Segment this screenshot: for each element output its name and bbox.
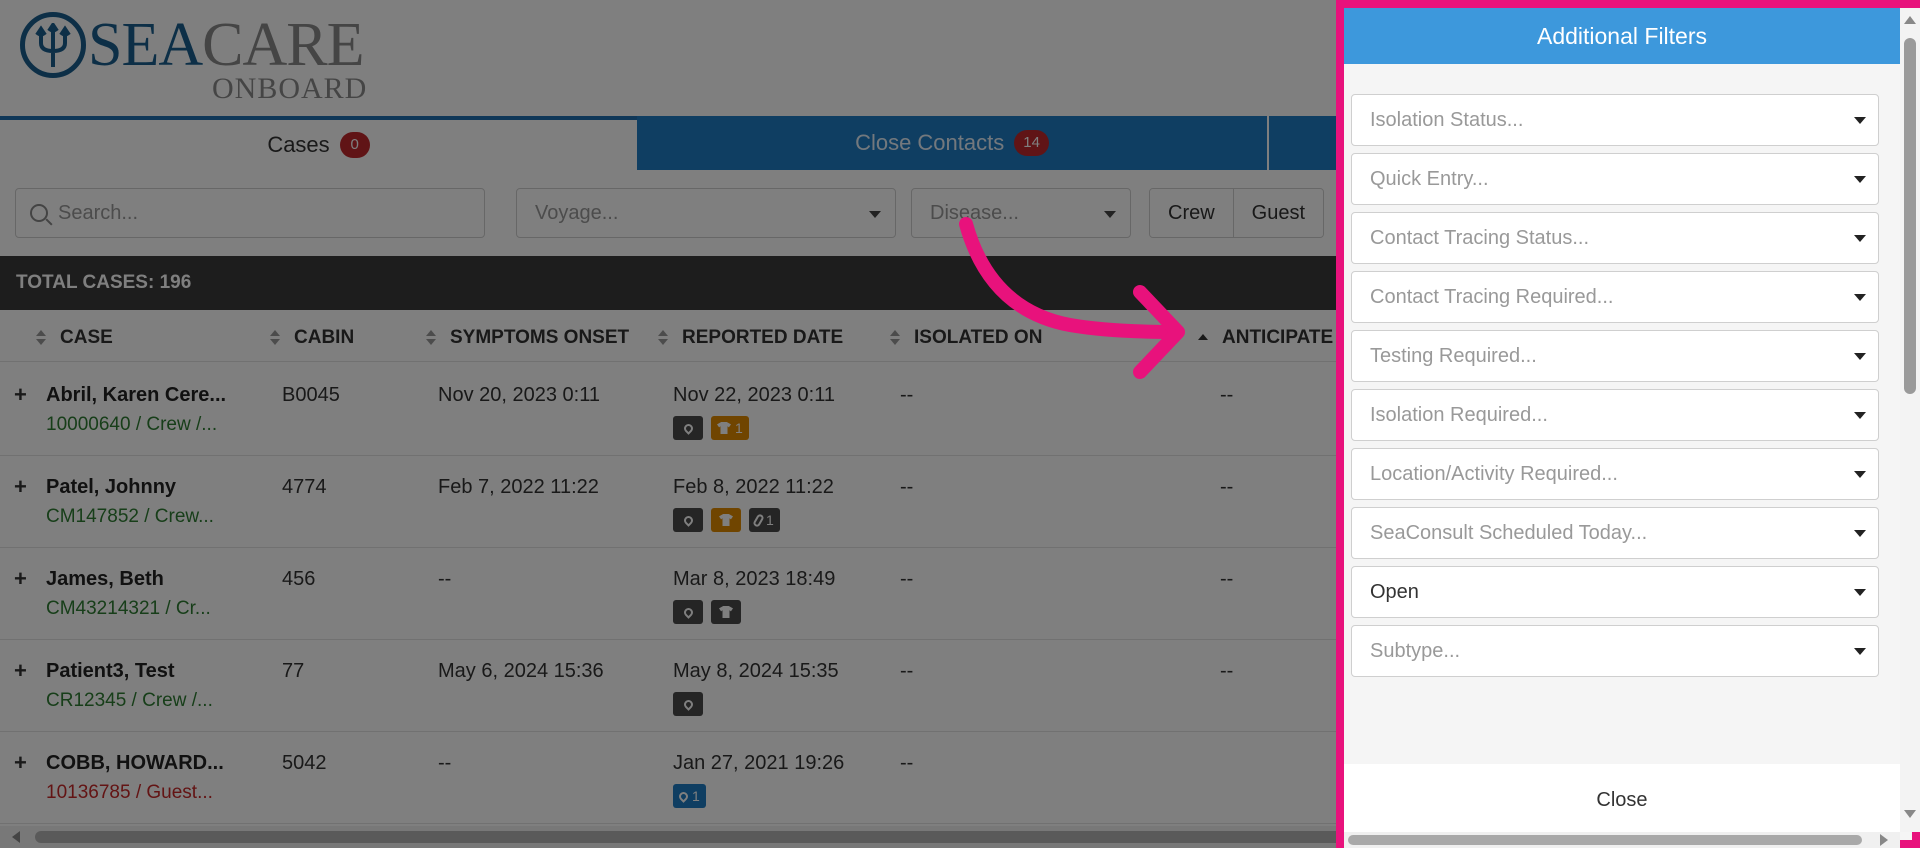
- chevron-down-icon: [1854, 530, 1866, 537]
- chevron-down-icon: [1854, 117, 1866, 124]
- isolation-status-select[interactable]: Isolation Status...: [1351, 94, 1879, 146]
- panel-title: Additional Filters: [1344, 8, 1900, 64]
- chevron-down-icon: [1854, 294, 1866, 301]
- close-button-label: Close: [1596, 788, 1648, 811]
- field-label: Location/Activity Required...: [1370, 462, 1618, 485]
- field-label: Subtype...: [1370, 639, 1461, 662]
- scroll-up-icon[interactable]: [1904, 16, 1916, 24]
- chevron-down-icon: [1854, 176, 1866, 183]
- chevron-down-icon: [1854, 471, 1866, 478]
- location-activity-required-select[interactable]: Location/Activity Required...: [1351, 448, 1879, 500]
- field-label: Contact Tracing Status...: [1370, 226, 1589, 249]
- seaconsult-scheduled-today-select[interactable]: SeaConsult Scheduled Today...: [1351, 507, 1879, 559]
- testing-required-select[interactable]: Testing Required...: [1351, 330, 1879, 382]
- field-label: Isolation Required...: [1370, 403, 1548, 426]
- additional-filters-panel: Additional Filters Isolation Status... Q…: [1336, 0, 1920, 848]
- field-label: Quick Entry...: [1370, 167, 1489, 190]
- field-label: Isolation Status...: [1370, 108, 1524, 131]
- panel-vertical-scrollbar[interactable]: [1900, 8, 1920, 832]
- chevron-down-icon: [1854, 648, 1866, 655]
- quick-entry-select[interactable]: Quick Entry...: [1351, 153, 1879, 205]
- scrollbar-thumb[interactable]: [1904, 38, 1916, 394]
- scroll-right-icon[interactable]: [1880, 834, 1888, 846]
- panel-horizontal-scrollbar[interactable]: [1344, 832, 1900, 848]
- annotation-arrow-icon: [959, 217, 1185, 379]
- isolation-required-select[interactable]: Isolation Required...: [1351, 389, 1879, 441]
- chevron-down-icon: [1854, 412, 1866, 419]
- chevron-down-icon: [1854, 235, 1866, 242]
- field-value: Open: [1370, 580, 1419, 603]
- close-button[interactable]: Close: [1344, 764, 1900, 836]
- contact-tracing-status-select[interactable]: Contact Tracing Status...: [1351, 212, 1879, 264]
- scroll-down-icon[interactable]: [1904, 810, 1916, 818]
- chevron-down-icon: [1854, 589, 1866, 596]
- field-label: SeaConsult Scheduled Today...: [1370, 521, 1648, 544]
- contact-tracing-required-select[interactable]: Contact Tracing Required...: [1351, 271, 1879, 323]
- field-label: Testing Required...: [1370, 344, 1537, 367]
- field-label: Contact Tracing Required...: [1370, 285, 1614, 308]
- chevron-down-icon: [1854, 353, 1866, 360]
- subtype-select[interactable]: Subtype...: [1351, 625, 1879, 677]
- case-status-select[interactable]: Open: [1351, 566, 1879, 618]
- scrollbar-thumb[interactable]: [1348, 835, 1862, 845]
